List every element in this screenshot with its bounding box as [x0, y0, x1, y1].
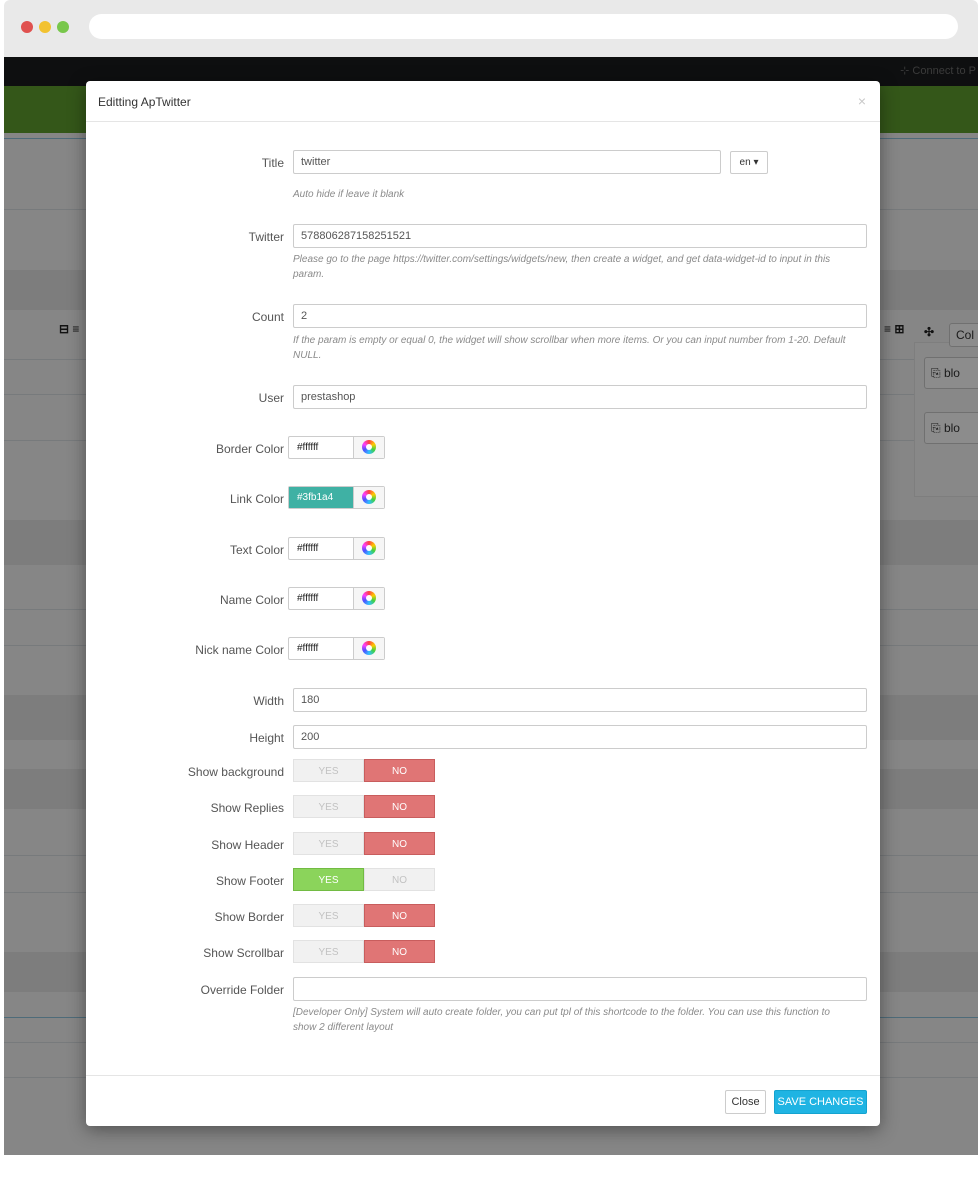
border-color-field: #ffffff [288, 436, 385, 459]
width-label: Width [253, 694, 284, 708]
height-input[interactable] [293, 725, 867, 749]
title-input[interactable] [293, 150, 721, 174]
count-input[interactable] [293, 304, 867, 328]
no-option[interactable]: NO [364, 795, 435, 818]
show-replies-label: Show Replies [210, 801, 284, 815]
override-folder-label: Override Folder [200, 983, 284, 997]
no-option[interactable]: NO [364, 759, 435, 782]
show-border-label: Show Border [214, 910, 284, 924]
border-color-label: Border Color [215, 442, 284, 456]
twitter-input[interactable] [293, 224, 867, 248]
color-picker-button[interactable] [353, 437, 384, 458]
no-option[interactable]: NO [364, 868, 435, 891]
color-wheel-icon [362, 591, 376, 605]
show-scrollbar-label: Show Scrollbar [203, 946, 284, 960]
close-window-dot[interactable] [21, 21, 33, 33]
color-picker-button[interactable] [353, 538, 384, 559]
address-bar[interactable] [89, 14, 958, 39]
language-value: en [739, 157, 751, 168]
count-help: If the param is empty or equal 0, the wi… [293, 335, 846, 361]
language-select[interactable]: en ▾ [730, 151, 768, 174]
color-wheel-icon [362, 490, 376, 504]
show-replies-toggle: YES NO [293, 795, 435, 818]
show-footer-toggle: YES NO [293, 868, 435, 891]
name-color-field: #ffffff [288, 587, 385, 610]
minimize-window-dot[interactable] [39, 21, 51, 33]
width-input[interactable] [293, 688, 867, 712]
border-color-input[interactable]: #ffffff [289, 437, 353, 458]
show-header-toggle: YES NO [293, 832, 435, 855]
color-wheel-icon [362, 440, 376, 454]
show-background-toggle: YES NO [293, 759, 435, 782]
link-color-label: Link Color [229, 492, 284, 506]
modal-header: Editting ApTwitter × [86, 81, 880, 122]
browser-toolbar [4, 0, 978, 57]
count-label: Count [251, 310, 284, 324]
yes-option[interactable]: YES [293, 940, 364, 963]
nick-name-color-input[interactable]: #ffffff [289, 638, 353, 659]
override-folder-help: [Developer Only] System will auto create… [293, 1007, 830, 1033]
maximize-window-dot[interactable] [57, 21, 69, 33]
nick-name-color-field: #ffffff [288, 637, 385, 660]
modal-title: Editting ApTwitter [98, 95, 191, 109]
close-button[interactable]: Close [725, 1090, 766, 1114]
color-wheel-icon [362, 541, 376, 555]
show-border-toggle: YES NO [293, 904, 435, 927]
edit-twitter-modal: Editting ApTwitter × Title en ▾ Auto hid… [86, 81, 880, 1126]
no-option[interactable]: NO [364, 940, 435, 963]
twitter-help: Please go to the page https://twitter.co… [293, 254, 831, 280]
yes-option[interactable]: YES [293, 795, 364, 818]
text-color-label: Text Color [229, 543, 284, 557]
nick-name-color-label: Nick name Color [195, 643, 284, 657]
close-icon[interactable]: × [858, 93, 866, 109]
color-picker-button[interactable] [353, 638, 384, 659]
show-footer-label: Show Footer [215, 874, 284, 888]
color-picker-button[interactable] [353, 487, 384, 508]
user-input[interactable] [293, 385, 867, 409]
link-color-field: #3fb1a4 [288, 486, 385, 509]
show-background-label: Show background [187, 765, 284, 779]
name-color-input[interactable]: #ffffff [289, 588, 353, 609]
yes-option[interactable]: YES [293, 904, 364, 927]
title-label: Title [261, 156, 284, 170]
yes-option[interactable]: YES [293, 759, 364, 782]
twitter-label: Twitter [248, 230, 284, 244]
text-color-input[interactable]: #ffffff [289, 538, 353, 559]
title-help: Auto hide if leave it blank [293, 189, 405, 200]
color-wheel-icon [362, 641, 376, 655]
show-scrollbar-toggle: YES NO [293, 940, 435, 963]
link-color-input[interactable]: #3fb1a4 [289, 487, 353, 508]
no-option[interactable]: NO [364, 832, 435, 855]
height-label: Height [249, 731, 284, 745]
modal-footer: Close SAVE CHANGES [86, 1075, 880, 1126]
name-color-label: Name Color [219, 593, 284, 607]
yes-option[interactable]: YES [293, 868, 364, 891]
text-color-field: #ffffff [288, 537, 385, 560]
show-header-label: Show Header [211, 838, 284, 852]
no-option[interactable]: NO [364, 904, 435, 927]
caret-down-icon: ▾ [753, 157, 759, 168]
user-label: User [258, 391, 284, 405]
override-folder-input[interactable] [293, 977, 867, 1001]
color-picker-button[interactable] [353, 588, 384, 609]
yes-option[interactable]: YES [293, 832, 364, 855]
save-changes-button[interactable]: SAVE CHANGES [774, 1090, 867, 1114]
